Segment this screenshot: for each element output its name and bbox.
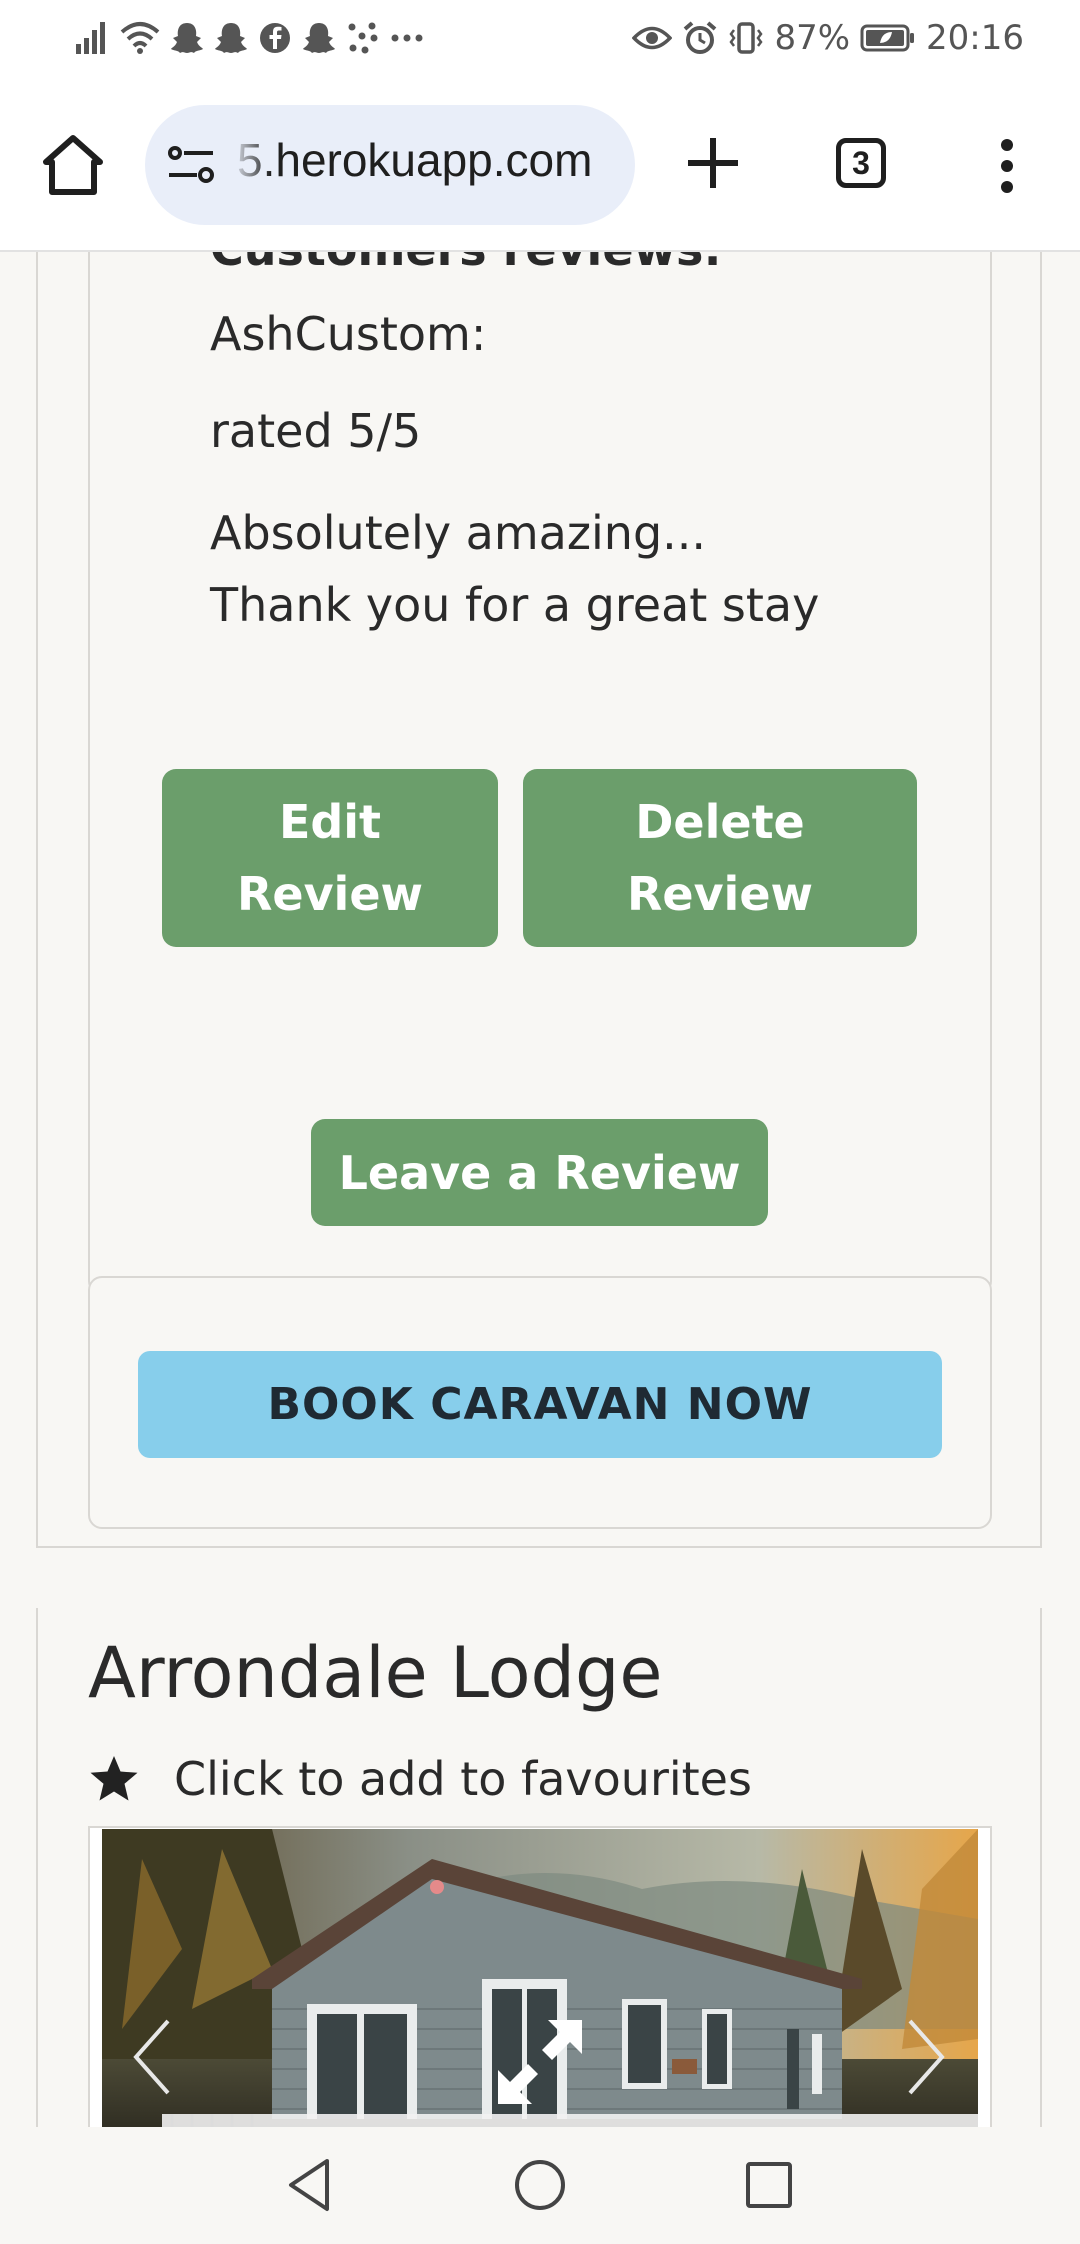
edit-review-button[interactable]: Edit Review [162, 769, 498, 947]
system-nav-bar [0, 2127, 1080, 2244]
favourite-toggle[interactable]: Click to add to favourites [88, 1752, 752, 1806]
snapchat-icon [171, 23, 203, 53]
battery-percent: 87% [774, 18, 851, 58]
new-tab-button[interactable] [680, 130, 746, 200]
book-caravan-button[interactable]: BOOK CARAVAN NOW [138, 1351, 942, 1458]
home-nav-icon[interactable] [512, 2155, 568, 2215]
alarm-icon [684, 21, 717, 54]
wifi-icon [120, 22, 160, 54]
dots-app-icon [348, 22, 378, 54]
page-content: Customers reviews: AshCustom: rated 5/5 … [0, 252, 1080, 2127]
delete-review-label: Review [626, 867, 814, 921]
carousel-prev-icon[interactable] [130, 2017, 174, 2097]
url-fade [231, 105, 271, 225]
review-author: AshCustom: [210, 307, 487, 361]
more-notifications-icon [391, 34, 423, 42]
leave-review-button[interactable]: Leave a Review [311, 1119, 768, 1226]
lodge-title: Arrondale Lodge [88, 1632, 663, 1714]
review-text-line: Thank you for a great stay [210, 578, 820, 632]
site-settings-icon[interactable] [167, 143, 217, 187]
vibrate-icon [729, 22, 763, 54]
facebook-icon [260, 23, 290, 53]
more-vert-icon [1001, 139, 1013, 193]
carousel-next-icon[interactable] [904, 2017, 948, 2097]
browser-toolbar: 5.herokuapp.com 3 [0, 80, 1080, 252]
tab-switcher-button[interactable]: 3 [836, 138, 886, 188]
home-button[interactable] [38, 130, 108, 200]
star-icon[interactable] [88, 1754, 140, 1804]
snapchat-icon [303, 23, 335, 53]
browser-menu-button[interactable] [995, 138, 1019, 198]
clock: 20:16 [926, 18, 1024, 58]
address-bar[interactable]: 5.herokuapp.com [145, 105, 635, 225]
edit-review-label: Edit [278, 795, 382, 849]
review-rating: rated 5/5 [210, 404, 422, 458]
back-icon[interactable] [285, 2155, 335, 2215]
url-text[interactable]: 5.herokuapp.com [237, 133, 592, 187]
eye-icon [632, 26, 673, 50]
review-text-line: Absolutely amazing... [210, 506, 707, 560]
delete-review-label: Delete [635, 795, 805, 849]
battery-icon [860, 24, 915, 52]
signal-icon [76, 22, 105, 54]
snapchat-icon [215, 23, 247, 53]
notification-icons [74, 20, 424, 56]
status-bar: 87% 20:16 [0, 0, 1080, 80]
edit-review-label: Review [236, 867, 424, 921]
reviews-heading: Customers reviews: [210, 252, 722, 276]
plus-icon [688, 138, 738, 188]
home-icon [43, 135, 103, 195]
review-text: Absolutely amazing... Thank you for a gr… [210, 497, 970, 641]
system-status: 87% 20:16 [632, 18, 1024, 58]
delete-review-button[interactable]: Delete Review [523, 769, 917, 947]
favourite-text[interactable]: Click to add to favourites [174, 1752, 752, 1806]
recents-icon[interactable] [744, 2155, 794, 2215]
expand-image-icon[interactable] [490, 2012, 590, 2112]
